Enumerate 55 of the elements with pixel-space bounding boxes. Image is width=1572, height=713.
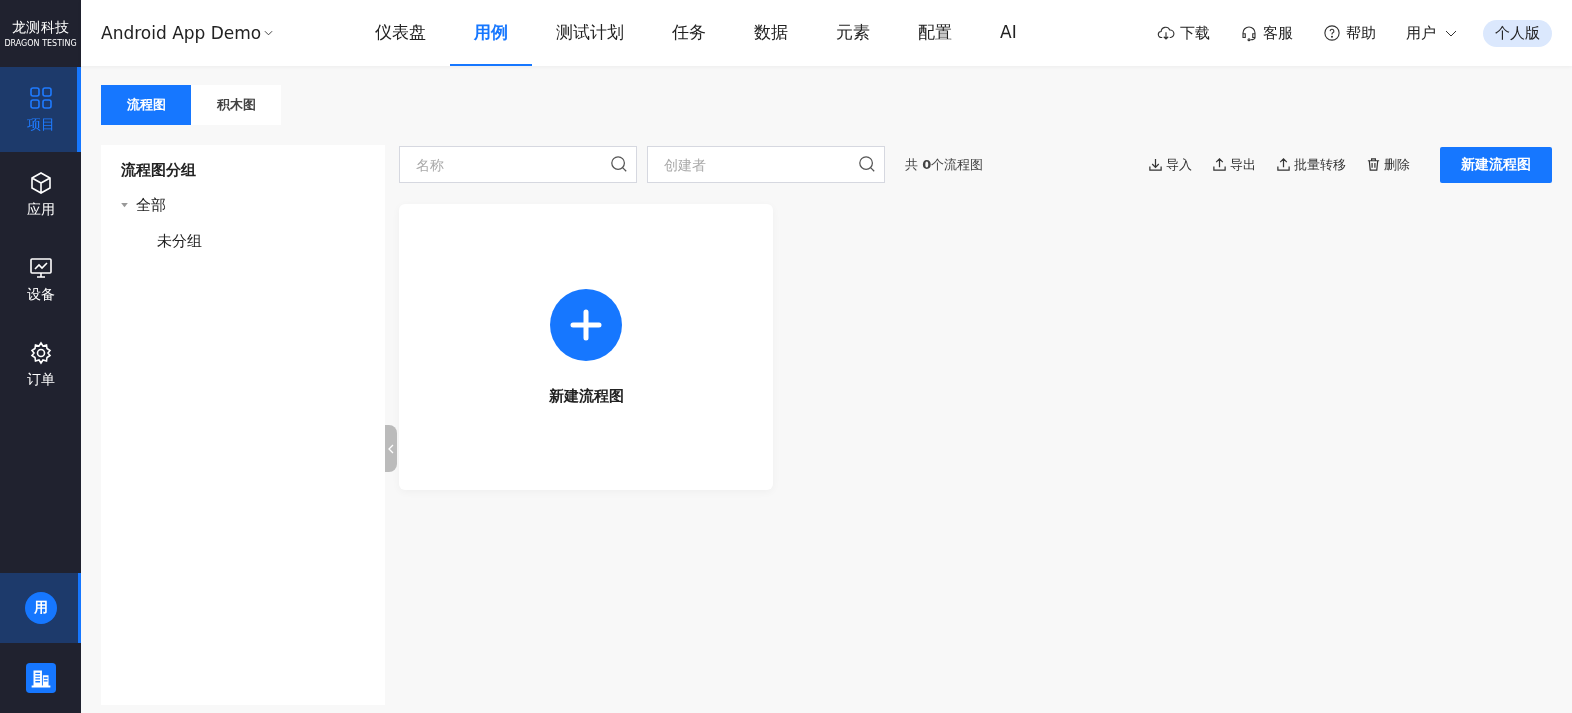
tree-item[interactable]: 全部 (121, 192, 365, 218)
nav-tab[interactable]: 用例 (450, 0, 532, 66)
header-link[interactable]: 下载 (1157, 23, 1210, 43)
card-label: 新建流程图 (548, 386, 624, 406)
cube-icon (28, 170, 53, 195)
monitor-icon (28, 255, 53, 280)
header-link[interactable]: 客服 (1240, 23, 1293, 43)
building-icon[interactable] (25, 663, 56, 693)
nav-tab[interactable]: 测试计划 (532, 0, 648, 66)
help-icon (1323, 24, 1341, 42)
trash-icon (1366, 157, 1381, 172)
sidebar-item[interactable]: 设备 (0, 237, 81, 322)
upload-icon (1212, 157, 1227, 172)
cloud-download-icon (1157, 24, 1175, 42)
sidebar-item[interactable]: 应用 (0, 152, 81, 237)
search-icon (610, 155, 628, 173)
nav-tab[interactable]: AI (976, 0, 1041, 66)
user-menu[interactable]: 用户 (1406, 23, 1457, 43)
logo-name: 龙测科技 (11, 19, 70, 37)
nav-tab[interactable]: 元素 (812, 0, 894, 66)
chevron-down-icon (1445, 29, 1457, 37)
collapse-handle[interactable] (385, 425, 397, 472)
project-selector[interactable]: Android App Demo (101, 23, 351, 43)
toolbar-link[interactable]: 批量转移 (1276, 155, 1346, 174)
upload-icon (1276, 157, 1291, 172)
plan-badge: 个人版 (1483, 19, 1552, 47)
sidebar-item[interactable]: 订单 (0, 322, 81, 407)
toolbar-link[interactable]: 删除 (1366, 155, 1410, 174)
nav-tab[interactable]: 任务 (648, 0, 730, 66)
nav-tab[interactable]: 数据 (730, 0, 812, 66)
view-tab[interactable]: 流程图 (101, 85, 191, 125)
panel-title: 流程图分组 (121, 161, 197, 180)
user-menu-item[interactable]: 用 (0, 573, 81, 643)
nav-tab[interactable]: 配置 (894, 0, 976, 66)
logo-subtitle: DRAGON TESTING (4, 39, 77, 48)
search-field[interactable]: 名称 (399, 146, 637, 183)
download-icon (1148, 157, 1163, 172)
flowchart-count: 共 0个流程图 (905, 155, 984, 174)
tree-item[interactable]: 未分组 (121, 228, 365, 254)
new-flowchart-card[interactable]: 新建流程图 (399, 204, 773, 490)
search-field[interactable]: 创建者 (647, 146, 885, 183)
chevron-left-icon (388, 443, 394, 454)
settings-icon (28, 340, 53, 365)
headset-icon (1240, 24, 1258, 42)
nav-tab[interactable]: 仪表盘 (351, 0, 450, 66)
toolbar-link[interactable]: 导入 (1148, 155, 1192, 174)
user-avatar: 用 (24, 592, 57, 624)
grid-icon (28, 85, 53, 110)
search-icon (858, 155, 876, 173)
caret-icon (264, 30, 274, 36)
plus-icon (550, 288, 622, 361)
expand-triangle-icon (121, 202, 128, 208)
new-flowchart-button[interactable]: 新建流程图 (1440, 146, 1552, 183)
toolbar-link[interactable]: 导出 (1212, 155, 1256, 174)
header-link[interactable]: 帮助 (1323, 23, 1376, 43)
